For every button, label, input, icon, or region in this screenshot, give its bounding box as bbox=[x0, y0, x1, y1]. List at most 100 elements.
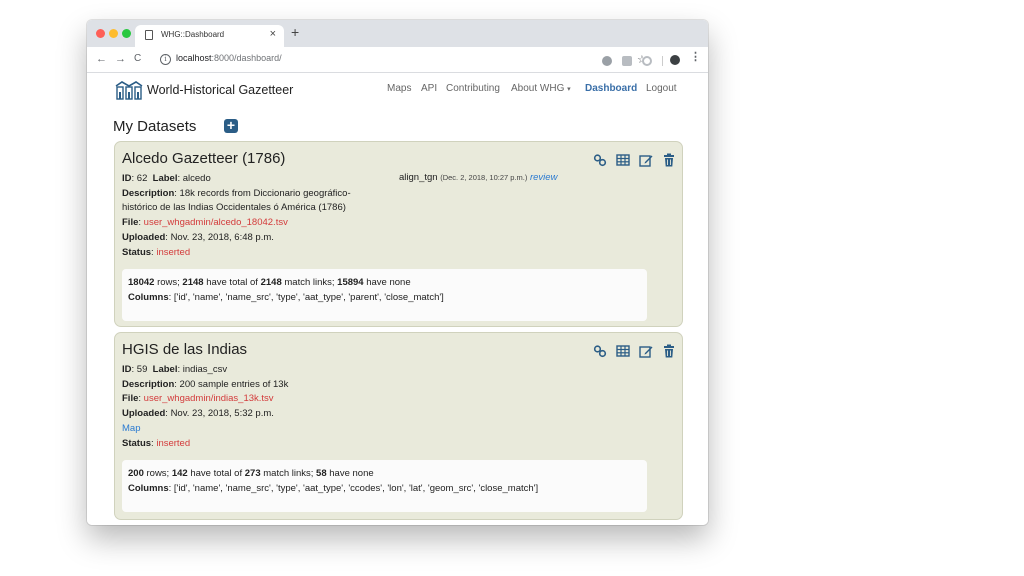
align-task: align_tgn (Dec. 2, 2018, 10:27 p.m.) rev… bbox=[399, 172, 557, 183]
dataset-actions bbox=[593, 153, 676, 167]
page-title: My Datasets bbox=[113, 118, 197, 135]
stat-matched: 2148 bbox=[182, 277, 204, 288]
map-link-line: Map bbox=[122, 423, 140, 434]
stat-rows: 18042 bbox=[128, 277, 155, 288]
edit-icon[interactable] bbox=[639, 344, 653, 358]
uploaded-key: Uploaded bbox=[122, 232, 166, 243]
dataset-card: HGIS de las Indias ID: 59 Label: indias_… bbox=[114, 332, 683, 520]
stat-rows: 200 bbox=[128, 468, 144, 479]
columns-key: Columns bbox=[128, 483, 169, 494]
url-path: :8000/dashboard/ bbox=[211, 53, 282, 63]
maximize-window-button[interactable] bbox=[122, 29, 131, 38]
nav-about[interactable]: About WHG ▾ bbox=[511, 83, 571, 94]
file-key: File bbox=[122, 393, 139, 404]
edit-icon[interactable] bbox=[639, 153, 653, 167]
dataset-status-line: Status: inserted bbox=[122, 438, 191, 449]
address-bar[interactable]: i localhost:8000/dashboard/ ☆ bbox=[149, 50, 647, 69]
extension-globe-icon[interactable] bbox=[602, 56, 612, 66]
nav-maps[interactable]: Maps bbox=[387, 83, 411, 94]
tab-title: WHG::Dashboard bbox=[161, 30, 225, 39]
info-icon[interactable]: i bbox=[160, 54, 171, 65]
dataset-title: HGIS de las Indias bbox=[122, 341, 248, 358]
back-button[interactable]: ← bbox=[96, 52, 107, 66]
label-key: Label bbox=[152, 173, 178, 184]
site-brand[interactable]: World-Historical Gazetteer bbox=[147, 83, 293, 97]
tab-bar: WHG::Dashboard × + bbox=[87, 20, 708, 47]
id-key: ID bbox=[122, 364, 132, 375]
stat-links-text: match links; bbox=[263, 468, 314, 479]
stat-rows-text: rows; bbox=[146, 468, 170, 479]
trash-icon[interactable] bbox=[662, 153, 676, 167]
dataset-uploaded: Nov. 23, 2018, 6:48 p.m. bbox=[170, 232, 274, 243]
browser-tab[interactable]: WHG::Dashboard × bbox=[135, 25, 284, 47]
dataset-stats-panel: 18042 rows; 2148 have total of 2148 matc… bbox=[122, 269, 647, 321]
status-key: Status bbox=[122, 438, 152, 449]
dataset-columns: ['id', 'name', 'name_src', 'type', 'aat_… bbox=[173, 483, 539, 494]
stat-none: 58 bbox=[316, 468, 327, 479]
link-icon[interactable] bbox=[593, 344, 607, 358]
toolbar-divider bbox=[662, 56, 663, 66]
dataset-title: Alcedo Gazetteer (1786) bbox=[122, 150, 286, 167]
review-link[interactable]: review bbox=[530, 172, 557, 183]
nav-contributing[interactable]: Contributing bbox=[446, 83, 500, 94]
forward-button[interactable]: → bbox=[115, 52, 126, 66]
link-icon[interactable] bbox=[593, 153, 607, 167]
extension-doc-icon[interactable] bbox=[622, 56, 632, 66]
account-icon[interactable] bbox=[670, 55, 680, 65]
stat-none-text: have none bbox=[329, 468, 374, 479]
browser-menu-icon[interactable]: ⋮ bbox=[690, 50, 701, 63]
minimize-window-button[interactable] bbox=[109, 29, 118, 38]
dataset-id-label-line: ID: 62 Label: alcedo bbox=[122, 173, 211, 184]
stat-links: 273 bbox=[244, 468, 261, 479]
browser-toolbar: ← → C i localhost:8000/dashboard/ ☆ ⋮ bbox=[87, 47, 708, 73]
url-host: localhost bbox=[176, 53, 212, 63]
dataset-card: Alcedo Gazetteer (1786) ID: 62 Label: al… bbox=[114, 141, 683, 327]
dataset-uploaded-line: Uploaded: Nov. 23, 2018, 5:32 p.m. bbox=[122, 408, 274, 419]
dataset-file-line: File: user_whgadmin/alcedo_18042.tsv bbox=[122, 217, 288, 228]
dataset-file[interactable]: user_whgadmin/alcedo_18042.tsv bbox=[144, 217, 288, 228]
stat-total-text: have total of bbox=[206, 277, 258, 288]
uploaded-key: Uploaded bbox=[122, 408, 166, 419]
tab-close-button[interactable]: × bbox=[270, 28, 276, 40]
extension-circle-icon[interactable] bbox=[642, 56, 652, 66]
reload-button[interactable]: C bbox=[134, 52, 141, 66]
dataset-id: 59 bbox=[136, 364, 148, 375]
table-icon[interactable] bbox=[616, 153, 630, 167]
label-key: Label bbox=[152, 364, 178, 375]
dataset-columns: ['id', 'name', 'name_src', 'type', 'aat_… bbox=[173, 292, 444, 303]
dataset-status-line: Status: inserted bbox=[122, 247, 191, 258]
whg-logo-icon[interactable] bbox=[115, 80, 143, 100]
nav-logout[interactable]: Logout bbox=[646, 83, 677, 94]
browser-window: WHG::Dashboard × + ← → C i localhost:800… bbox=[87, 20, 708, 525]
close-window-button[interactable] bbox=[96, 29, 105, 38]
description-key: Description bbox=[122, 379, 175, 390]
status-badge: inserted bbox=[156, 247, 191, 258]
new-tab-button[interactable]: + bbox=[291, 25, 299, 39]
description-key: Description bbox=[122, 188, 175, 199]
stat-rows-text: rows; bbox=[157, 277, 180, 288]
dataset-description: 200 sample entries of 13k bbox=[179, 379, 289, 390]
dataset-actions bbox=[593, 344, 676, 358]
dataset-description-line: Description: 200 sample entries of 13k bbox=[122, 379, 289, 390]
dataset-file[interactable]: user_whgadmin/indias_13k.tsv bbox=[144, 393, 274, 404]
dataset-id-label-line: ID: 59 Label: indias_csv bbox=[122, 364, 228, 375]
columns-key: Columns bbox=[128, 292, 169, 303]
dataset-description: 18k records from Diccionario geográfico- bbox=[179, 188, 351, 199]
nav-dashboard[interactable]: Dashboard bbox=[585, 83, 637, 94]
map-link[interactable]: Map bbox=[122, 423, 140, 434]
dataset-file-line: File: user_whgadmin/indias_13k.tsv bbox=[122, 393, 274, 404]
add-dataset-button[interactable]: + bbox=[224, 118, 238, 133]
status-badge: inserted bbox=[156, 438, 191, 449]
dataset-stats-line: 18042 rows; 2148 have total of 2148 matc… bbox=[128, 277, 411, 288]
id-key: ID bbox=[122, 173, 132, 184]
table-icon[interactable] bbox=[616, 344, 630, 358]
trash-icon[interactable] bbox=[662, 344, 676, 358]
dataset-description-cont: histórico de las Indias Occidentales ó A… bbox=[122, 202, 346, 213]
url-text: localhost:8000/dashboard/ bbox=[176, 53, 282, 63]
nav-api[interactable]: API bbox=[421, 83, 437, 94]
status-key: Status bbox=[122, 247, 152, 258]
dataset-stats-panel: 200 rows; 142 have total of 273 match li… bbox=[122, 460, 647, 512]
dataset-uploaded: Nov. 23, 2018, 5:32 p.m. bbox=[170, 408, 274, 419]
dataset-description-line-2: histórico de las Indias Occidentales ó A… bbox=[122, 202, 346, 213]
nav-about-label: About WHG bbox=[511, 83, 565, 94]
